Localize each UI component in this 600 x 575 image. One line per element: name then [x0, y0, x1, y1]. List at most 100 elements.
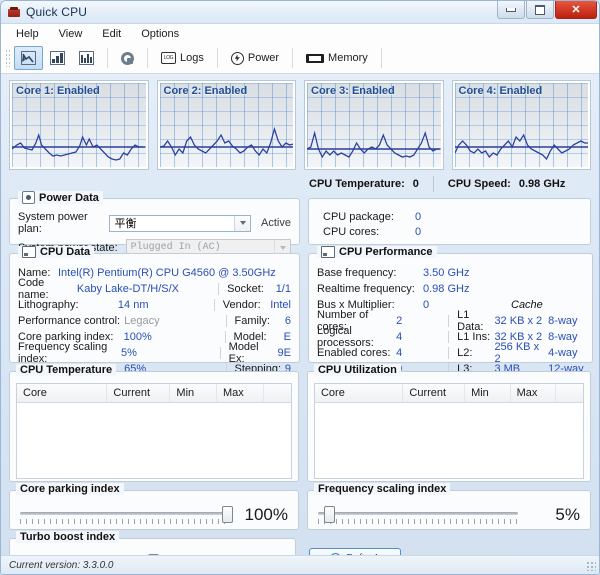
menu-item-help[interactable]: Help — [7, 26, 48, 42]
cpu-package-label: CPU package: — [323, 211, 415, 223]
close-button[interactable]: ✕ — [555, 1, 597, 19]
column-header-blank[interactable] — [556, 384, 583, 402]
cpu-temperature-label: CPU Temperature: — [309, 178, 405, 190]
column-header-max[interactable]: Max — [217, 384, 264, 402]
column-header-min[interactable]: Min — [465, 384, 511, 402]
column-header-core[interactable]: Core — [315, 384, 403, 402]
toolbar-grip[interactable] — [5, 49, 11, 67]
cpu-scaling-row: Frequency scaling index: 5% Model Ex: 9E — [18, 346, 291, 359]
menu-item-edit[interactable]: Edit — [93, 26, 130, 42]
toolbar-bar-chart-button[interactable] — [43, 46, 72, 70]
cpu-data-group: CPU Data Name: Intel(R) Pentium(R) CPU G… — [9, 253, 300, 363]
power-plan-row: System power plan: 平衡 Active — [18, 211, 291, 235]
cpu-perfcontrol-label: Performance control: — [18, 315, 124, 327]
power-data-title-text: Power Data — [39, 192, 99, 204]
slider-ticks — [318, 519, 518, 524]
cpu-lithography-row: Lithography: 14 nm Vendor: Intel — [18, 298, 291, 311]
expand-icon[interactable] — [22, 191, 35, 204]
core-graph-3[interactable]: Core 3: Enabled — [304, 80, 444, 170]
column-header-current[interactable]: Current — [403, 384, 465, 402]
cache-l1ins-label: L1 Ins: — [457, 331, 494, 343]
cache-l2-size: 256 KB x 2 — [494, 341, 548, 365]
perf-realtime-row: Realtime frequency: 0.98 GHz — [317, 282, 584, 295]
cpu-package-value: 0 — [415, 211, 421, 223]
maximize-button[interactable] — [526, 1, 554, 19]
toolbar-separator-4 — [292, 48, 293, 68]
column-header-max[interactable]: Max — [511, 384, 557, 402]
core-graph-4[interactable]: Core 4: Enabled — [452, 80, 592, 170]
slider-thumb[interactable] — [324, 506, 335, 523]
cpu-info-row: CPU Data Name: Intel(R) Pentium(R) CPU G… — [1, 245, 599, 363]
cpu-utilization-table[interactable]: Core Current Min Max — [314, 383, 584, 479]
area-chart-icon — [79, 51, 94, 65]
power-state-value: Plugged In (AC) — [131, 242, 221, 253]
memory-stick-icon — [306, 54, 324, 63]
cpu-scaling-label: Frequency scaling index: — [18, 341, 121, 365]
status-bar: Current version: 3.3.0.0 — [1, 555, 599, 574]
version-text: Current version: 3.3.0.0 — [9, 560, 114, 571]
maximize-icon — [535, 5, 545, 15]
power-plan-select[interactable]: 平衡 — [109, 215, 251, 232]
menu-item-options[interactable]: Options — [132, 26, 188, 42]
perf-base-label: Base frequency: — [317, 267, 423, 279]
bar-chart-icon — [50, 51, 65, 65]
cpu-socket-label: Socket: — [227, 283, 276, 295]
column-header-current[interactable]: Current — [107, 384, 170, 402]
cpu-modelex-label: Model Ex: — [229, 341, 278, 365]
toolbar-settings-button[interactable] — [114, 46, 141, 70]
cpu-utilization-table-title: CPU Utilization — [314, 364, 401, 376]
toolbar-memory-button[interactable]: Memory — [299, 46, 375, 70]
toolbar-logs-button[interactable]: LOG Logs — [154, 46, 211, 70]
slider-ticks — [20, 519, 226, 524]
window-controls: ✕ — [496, 1, 597, 19]
cpu-package-row: CPU package: 0 — [323, 211, 582, 223]
cpu-chip-icon — [7, 5, 21, 19]
cache-l2-ways: 4-way — [548, 347, 584, 359]
power-data-title: Power Data — [18, 191, 103, 204]
cpu-cores-value: 0 — [415, 226, 421, 238]
window-title: Quick CPU — [26, 5, 87, 19]
core-graph-2[interactable]: Core 2: Enabled — [157, 80, 297, 170]
column-header-core[interactable]: Core — [17, 384, 107, 402]
column-header-blank[interactable] — [264, 384, 291, 402]
cpu-speed-label: CPU Speed: — [448, 178, 511, 190]
core-parking-slider[interactable] — [20, 504, 226, 526]
toolbar-area-chart-button[interactable] — [72, 46, 101, 70]
cache-l1data-label: L1 Data: — [457, 309, 494, 333]
core-3-label: Core 3: Enabled — [311, 85, 395, 97]
cpu-codename-value: Kaby Lake-DT/H/S/X — [77, 283, 210, 295]
cpu-vendor-label: Vendor: — [223, 299, 270, 311]
tables-row: CPU Temperature Core Current Min Max CPU… — [1, 363, 599, 482]
toolbar-line-chart-button[interactable] — [14, 46, 43, 70]
cpu-utilization-group: CPU Utilization Core Current Min Max — [307, 371, 591, 482]
minimize-button[interactable] — [497, 1, 525, 19]
toolbar-separator-3 — [217, 48, 218, 68]
cpu-speed-value: 0.98 GHz — [519, 178, 565, 190]
cpu-model-value: E — [284, 331, 291, 343]
line-chart-icon — [21, 51, 36, 65]
core-4-label: Core 4: Enabled — [459, 85, 543, 97]
slider-track — [20, 512, 226, 515]
sliders-row-1: Core parking index 100% Frequency scalin… — [1, 482, 599, 530]
cpu-codename-row: Code name: Kaby Lake-DT/H/S/X Socket: 1/… — [18, 282, 291, 295]
power-plan-value: 平衡 — [114, 215, 136, 231]
core-graph-1[interactable]: Core 1: Enabled — [9, 80, 149, 170]
minimize-icon — [506, 8, 516, 12]
toolbar-power-button[interactable]: Power — [224, 46, 286, 70]
resize-grip[interactable] — [586, 561, 596, 571]
menu-item-view[interactable]: View — [50, 26, 92, 42]
slider-thumb[interactable] — [222, 506, 233, 523]
cpu-socket-value: 1/1 — [276, 283, 291, 295]
perf-realtime-value: 0.98 GHz — [423, 283, 493, 295]
column-header-min[interactable]: Min — [170, 384, 217, 402]
cache-l1ins-ways: 8-way — [548, 331, 584, 343]
cache-l2-label: L2: — [457, 347, 494, 359]
gear-icon — [121, 52, 134, 65]
cpu-utilization-table-title-text: CPU Utilization — [318, 364, 397, 376]
frequency-scaling-slider[interactable] — [318, 504, 518, 526]
cpu-temperature-table[interactable]: Core Current Min Max — [16, 383, 292, 479]
chevron-down-icon[interactable] — [234, 216, 250, 231]
power-readout-group: CPU package: 0 CPU cores: 0 — [308, 198, 591, 245]
perf-base-row: Base frequency: 3.50 GHz — [317, 266, 584, 279]
cpu-vendor-value: Intel — [270, 299, 291, 311]
